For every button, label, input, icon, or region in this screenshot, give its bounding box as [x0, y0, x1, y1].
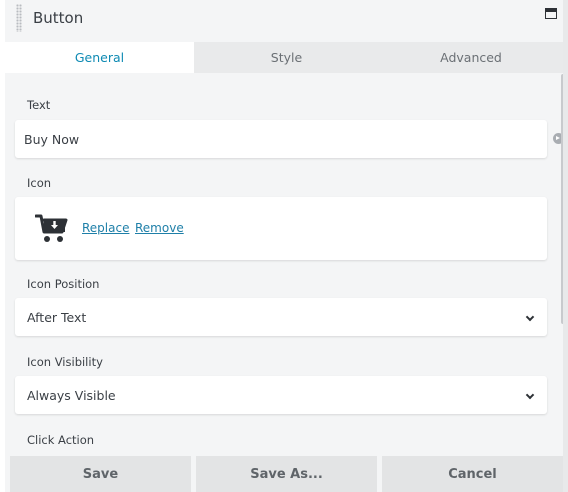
text-input[interactable]: Buy Now [15, 120, 547, 158]
save-as-button[interactable]: Save As... [196, 456, 377, 492]
chevron-down-icon [525, 390, 535, 400]
replace-icon-link[interactable]: Replace [82, 221, 129, 235]
text-input-value: Buy Now [24, 132, 80, 147]
icon-picker: Replace Remove [15, 197, 547, 260]
cart-download-icon [35, 214, 68, 242]
tab-bar: General Style Advanced [5, 42, 563, 73]
panel-header[interactable]: Button [5, 0, 563, 42]
icon-visibility-select[interactable]: Always Visible [15, 376, 547, 414]
panel-title: Button [33, 9, 84, 27]
chevron-down-icon [525, 312, 535, 322]
tab-general[interactable]: General [5, 42, 194, 73]
icon-field-label: Icon [27, 176, 52, 190]
cancel-button[interactable]: Cancel [382, 456, 563, 492]
icon-visibility-label: Icon Visibility [27, 355, 103, 369]
icon-position-label: Icon Position [27, 277, 100, 291]
icon-position-value: After Text [27, 310, 87, 325]
icon-visibility-value: Always Visible [27, 388, 116, 403]
maximize-window-icon[interactable] [545, 8, 557, 19]
remove-icon-link[interactable]: Remove [135, 221, 184, 235]
icon-position-select[interactable]: After Text [15, 298, 547, 336]
tab-style[interactable]: Style [194, 42, 379, 73]
text-field-label: Text [27, 98, 51, 112]
click-action-label: Click Action [27, 433, 95, 447]
drag-handle-icon[interactable] [16, 4, 22, 32]
panel-edge [563, 0, 568, 492]
settings-panel: Button General Style Advanced Text Buy N… [5, 0, 565, 492]
save-button[interactable]: Save [10, 456, 191, 492]
tab-advanced[interactable]: Advanced [379, 42, 563, 73]
footer-actions: Save Save As... Cancel [5, 456, 563, 492]
